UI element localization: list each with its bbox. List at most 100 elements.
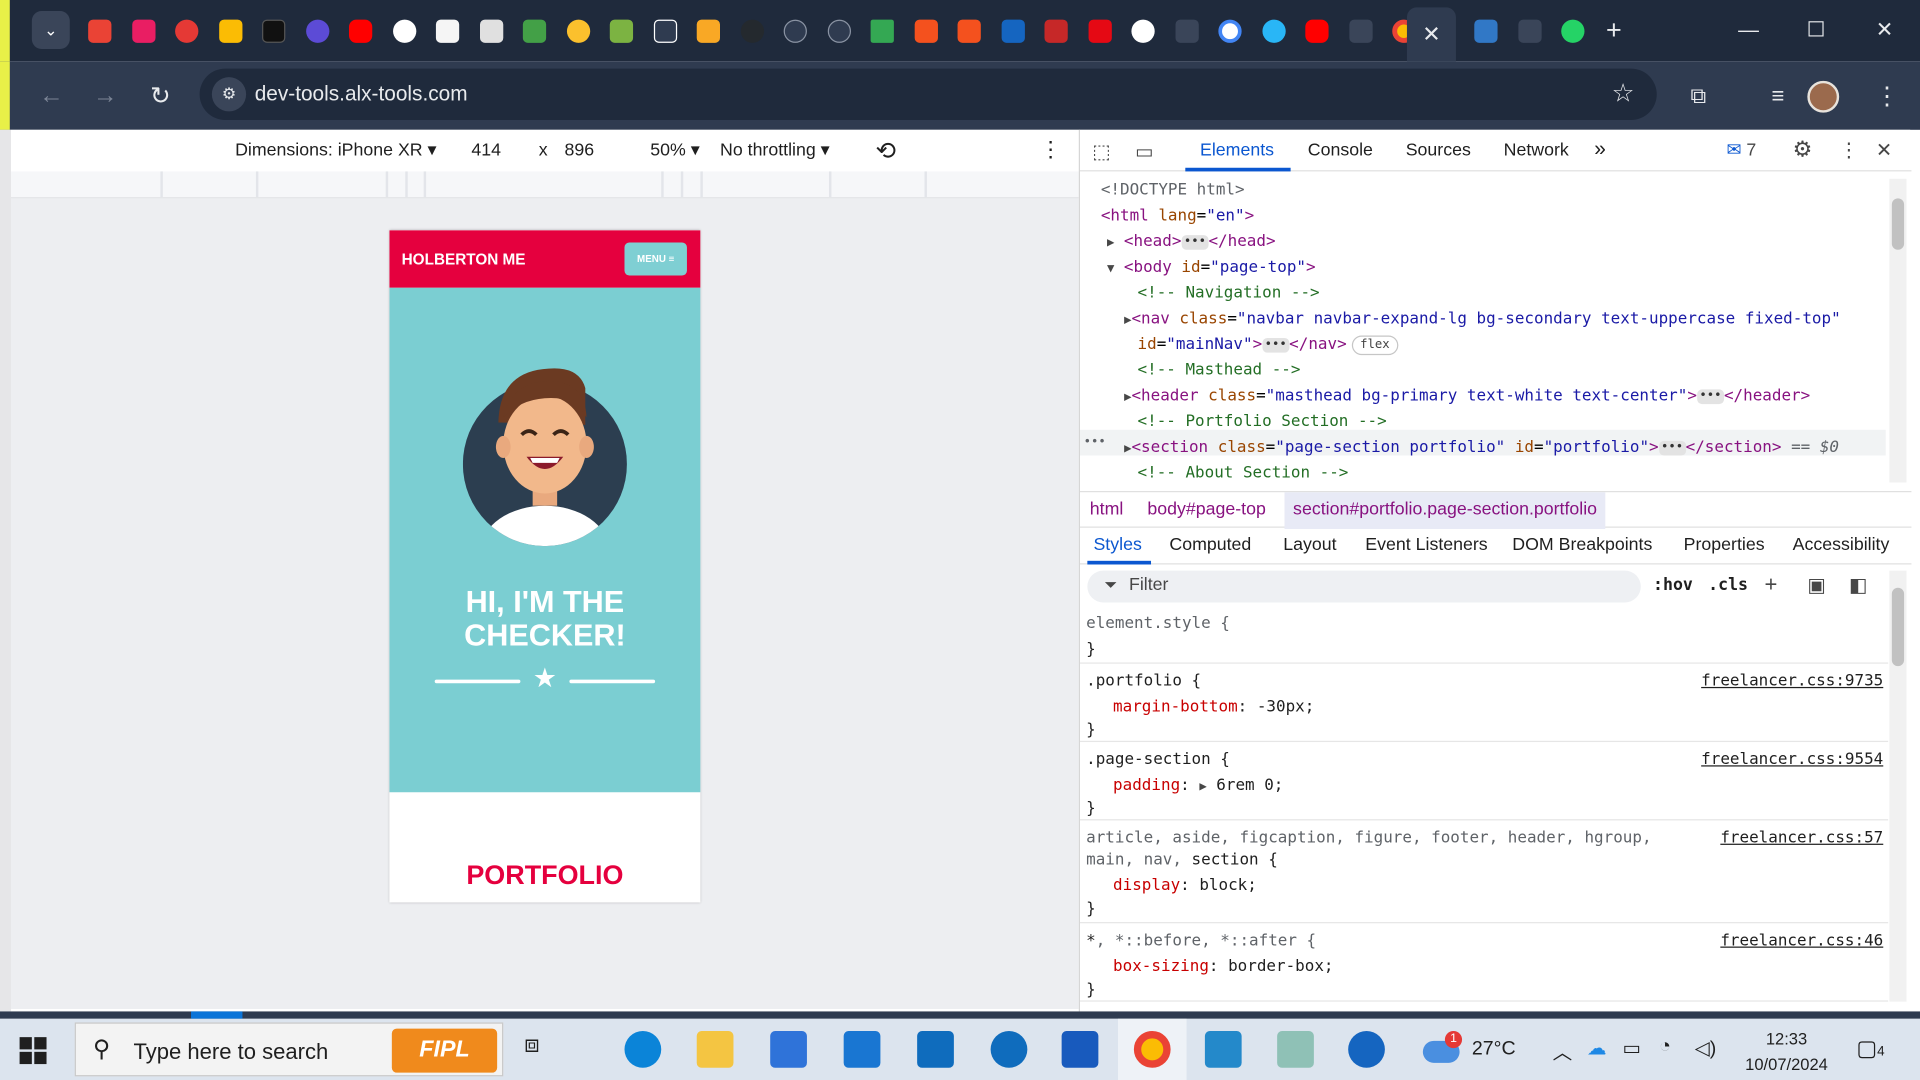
rule-source-link[interactable]: freelancer.css:9735 <box>1701 670 1883 695</box>
subtab-event-listeners[interactable]: Event Listeners <box>1365 535 1487 555</box>
tab-chart[interactable] <box>426 11 469 50</box>
taskbar-search-input[interactable]: ⚲ Type here to search FIPL <box>74 1022 504 1077</box>
chevron-up-icon[interactable]: ︿ <box>1553 1036 1573 1065</box>
tab-netflix[interactable] <box>1078 11 1121 50</box>
tab-sheet[interactable] <box>513 11 556 50</box>
forward-button[interactable]: → <box>86 76 125 115</box>
subtab-styles[interactable]: Styles <box>1093 535 1141 555</box>
inspect-element-icon[interactable]: ⬚ <box>1092 140 1111 164</box>
throttling-select[interactable]: No throttling ▾ <box>720 141 830 161</box>
new-tab-button[interactable]: + <box>1599 13 1628 47</box>
collapse-arrow-icon[interactable]: ▼ <box>1107 262 1114 275</box>
expand-arrow-icon[interactable]: ▶ <box>1124 391 1131 404</box>
tab-drive[interactable] <box>861 11 904 50</box>
rule-selector[interactable]: .page-section { <box>1086 748 1230 773</box>
device-more-icon[interactable]: ⋮ <box>1040 137 1062 163</box>
hover-state-button[interactable]: :hov <box>1653 576 1693 596</box>
rule-selector[interactable]: element.style { <box>1086 612 1230 637</box>
rule-source-link[interactable]: freelancer.css:57 <box>1720 827 1883 852</box>
close-devtools-icon[interactable]: ✕ <box>1876 138 1892 162</box>
tab-alx-3[interactable] <box>1508 11 1551 50</box>
subtab-layout[interactable]: Layout <box>1283 535 1336 555</box>
maximize-button[interactable]: ☐ <box>1782 0 1851 61</box>
dom-nav[interactable]: ▶<nav class="navbar navbar-expand-lg bg-… <box>1124 306 1841 333</box>
rotate-icon[interactable]: ⟲ <box>876 136 897 167</box>
dom-doctype[interactable]: <!DOCTYPE html> <box>1101 178 1245 204</box>
more-tabs-icon[interactable]: » <box>1594 137 1606 161</box>
tab-store-2[interactable] <box>948 11 991 50</box>
expand-arrow-icon[interactable]: ▶ <box>1124 313 1131 326</box>
expand-arrow-icon[interactable]: ▶ <box>1107 236 1114 249</box>
vscode-icon[interactable] <box>1204 1031 1242 1068</box>
tab-calendar[interactable] <box>165 11 208 50</box>
width-input[interactable]: 414 <box>471 141 501 161</box>
minimize-button[interactable]: — <box>1714 0 1783 61</box>
onedrive-icon[interactable]: ☁ <box>1587 1036 1607 1060</box>
rule-source-link[interactable]: freelancer.css:46 <box>1720 929 1883 954</box>
tab-alx[interactable] <box>1165 11 1208 50</box>
breadcrumb-section[interactable]: section#portfolio.page-section.portfolio <box>1284 492 1606 529</box>
word-icon[interactable] <box>1061 1031 1099 1068</box>
tab-openai-2[interactable] <box>817 11 860 50</box>
tab-whatsapp[interactable] <box>1551 11 1594 50</box>
tab-pivot[interactable] <box>1252 11 1295 50</box>
subtab-computed[interactable]: Computed <box>1169 535 1251 555</box>
rule-selector-cont[interactable]: main, nav, section { <box>1086 849 1278 874</box>
navbar-menu-button[interactable]: MENU ≡ <box>624 242 687 276</box>
subtab-dom-breakpoints[interactable]: DOM Breakpoints <box>1512 535 1652 555</box>
dom-section-portfolio[interactable]: ▶<section class="page-section portfolio"… <box>1124 435 1839 462</box>
dimensions-select[interactable]: Dimensions: iPhone XR ▾ <box>235 141 436 161</box>
tab-openai[interactable] <box>774 11 817 50</box>
subtab-properties[interactable]: Properties <box>1684 535 1765 555</box>
address-bar[interactable]: ⚙ dev-tools.alx-tools.com ☆ <box>199 68 1657 120</box>
weather-widget[interactable]: 1 <box>1422 1031 1467 1065</box>
active-tab-close-button[interactable]: ✕ <box>1406 7 1456 62</box>
dom-comment-about[interactable]: <!-- About Section --> <box>1138 460 1349 486</box>
close-window-button[interactable]: ✕ <box>1850 0 1919 61</box>
tab-network[interactable]: Network <box>1504 141 1569 161</box>
bookmark-star-icon[interactable]: ☆ <box>1612 78 1635 109</box>
temperature[interactable]: 27°C <box>1472 1038 1516 1060</box>
settings-gear-icon[interactable]: ⚙ <box>1793 137 1813 163</box>
tab-console[interactable]: Console <box>1308 141 1373 161</box>
breadcrumb-body[interactable]: body#page-top <box>1147 492 1265 529</box>
dom-nav-cont[interactable]: id="mainNav"> ••• </nav> flex <box>1138 332 1399 358</box>
dom-comment-portfolio[interactable]: <!-- Portfolio Section --> <box>1138 409 1387 435</box>
tab-iaea[interactable] <box>991 11 1034 50</box>
volume-icon[interactable]: ◁) <box>1695 1036 1717 1060</box>
flex-badge[interactable]: flex <box>1351 334 1399 355</box>
tab-download[interactable] <box>600 11 643 50</box>
rule-selector[interactable]: *, *::before, *::after { <box>1086 929 1316 954</box>
media-query-ruler[interactable] <box>11 171 1079 199</box>
breadcrumb-html[interactable]: html <box>1090 492 1124 529</box>
notifications-button[interactable]: ▢4 <box>1856 1036 1884 1062</box>
tab-google[interactable] <box>1209 11 1252 50</box>
start-button[interactable] <box>19 1037 47 1065</box>
wifi-icon[interactable]: ◔ <box>1659 1036 1671 1058</box>
tab-people[interactable] <box>470 11 513 50</box>
dom-comment-masthead[interactable]: <!-- Masthead --> <box>1138 358 1301 384</box>
extensions-button[interactable]: ⧉ <box>1679 76 1718 115</box>
microsoft-store-icon[interactable] <box>770 1031 807 1068</box>
chrome-taskbar-button[interactable] <box>1117 1018 1187 1080</box>
dom-gutter-ellipsis[interactable]: ••• <box>1084 430 1106 456</box>
tab-circle[interactable] <box>296 11 339 50</box>
tab-shoe[interactable] <box>1035 11 1078 50</box>
rule-source-link[interactable]: freelancer.css:9554 <box>1701 748 1883 773</box>
device-toggle-icon[interactable]: ▭ <box>1135 140 1154 164</box>
tab-sources[interactable]: Sources <box>1406 141 1471 161</box>
clock[interactable]: 12:33 10/07/2024 <box>1736 1026 1836 1077</box>
rule-declaration[interactable]: box-sizing: border-box; <box>1113 955 1333 980</box>
toggle-sidebar-icon[interactable]: ◧ <box>1849 573 1868 597</box>
tab-search-button[interactable]: ⌄ <box>31 11 70 49</box>
expand-arrow-icon[interactable]: ▶ <box>1124 442 1131 455</box>
tab-gmail[interactable] <box>78 11 121 50</box>
tab-dz[interactable] <box>643 11 686 50</box>
tab-shell[interactable] <box>557 11 600 50</box>
dom-body[interactable]: ▼ <body id="page-top"> <box>1107 255 1316 282</box>
tab-trello[interactable] <box>122 11 165 50</box>
rule-declaration[interactable]: padding: ▶ 6rem 0; <box>1113 774 1283 800</box>
outlook-icon[interactable] <box>917 1031 954 1068</box>
rule-declaration[interactable]: margin-bottom: -30px; <box>1113 696 1314 721</box>
file-explorer-icon[interactable] <box>696 1031 734 1068</box>
